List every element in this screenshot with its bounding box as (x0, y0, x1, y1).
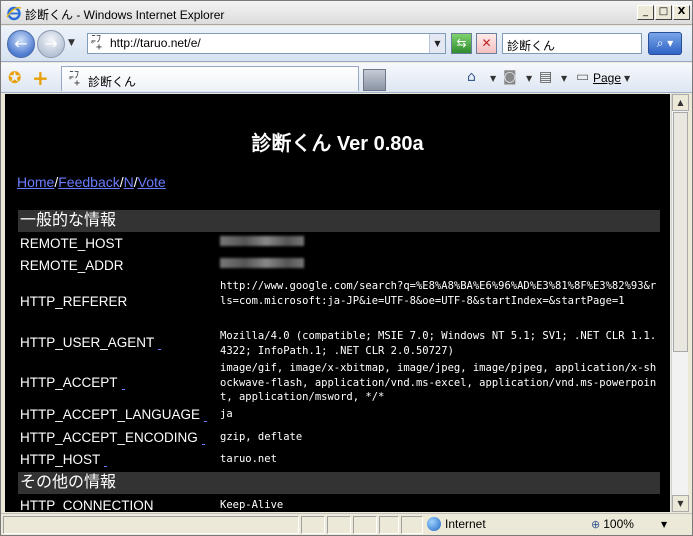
search-icon: ⌕ ▾ (656, 36, 674, 50)
stop-icon: ✕ (481, 36, 492, 50)
refresh-icon: ⇆ (456, 36, 467, 50)
plus-icon[interactable]: + (32, 66, 49, 90)
anchor-mark[interactable] (104, 466, 108, 467)
back-arrow-icon: ← (14, 34, 28, 53)
url-text[interactable]: http://taruo.net/e/ (110, 36, 201, 50)
info-key: REMOTE_ADDR (20, 258, 124, 273)
feeds-dropdown-icon[interactable]: ▼ (526, 74, 532, 83)
status-text-cell (3, 516, 299, 534)
search-button[interactable]: ⌕ ▾ (648, 32, 682, 55)
search-text[interactable]: 診断くん (507, 37, 555, 54)
history-dropdown-icon[interactable]: ▼ (68, 38, 75, 48)
info-key-text: HTTP_USER_AGENT (20, 335, 155, 350)
window-title: 診断くん - Windows Internet Explorer (25, 8, 225, 22)
info-value: gzip, deflate (220, 431, 303, 443)
refresh-button[interactable]: ⇆ (451, 33, 472, 54)
section-general-info: 一般的な情報 (18, 210, 660, 232)
info-key-text: HTTP_HOST (20, 452, 101, 467)
status-cell (327, 516, 351, 534)
forward-arrow-icon: → (44, 34, 58, 53)
info-value: Mozilla/4.0 (compatible; MSIE 7.0; Windo… (220, 330, 657, 357)
title-bar: 診断くん - Windows Internet Explorer _ □ X (1, 1, 692, 25)
printer-icon[interactable]: ▤ (539, 69, 552, 85)
section-other-info: その他の情報 (18, 472, 660, 494)
anchor-mark[interactable] (204, 421, 208, 422)
minimize-button[interactable]: _ (637, 5, 654, 20)
zone-label: Internet (445, 517, 486, 531)
info-key: HTTP_USER_AGENT (20, 335, 220, 350)
info-value: ja (220, 408, 233, 420)
info-value: image/gif, image/x-xbitmap, image/jpeg, … (220, 362, 657, 403)
page-menu-icon: ▭ (576, 69, 590, 85)
new-tab-button[interactable] (363, 69, 386, 91)
status-cell (301, 516, 325, 534)
scroll-down-icon[interactable]: ▼ (672, 495, 689, 512)
page-icon: ﾆﾌ ﾞ+ (69, 70, 81, 89)
security-zone[interactable]: Internet (425, 516, 581, 534)
home-dropdown-icon[interactable]: ▼ (490, 74, 496, 83)
search-input[interactable]: 診断くん (502, 33, 642, 54)
info-key-text: HTTP_ACCEPT_LANGUAGE (20, 407, 201, 422)
zoom-level: 100% (603, 517, 634, 531)
vertical-scrollbar[interactable]: ▲ ▼ (671, 94, 689, 512)
magnifier-icon: ⊕ (591, 518, 601, 531)
tab-label: 診断くん (88, 75, 137, 89)
vote-link[interactable]: Vote (138, 174, 166, 190)
ie-icon (6, 6, 22, 21)
home-link[interactable]: Home (17, 174, 54, 190)
url-dropdown-icon[interactable]: ▼ (429, 34, 445, 53)
anchor-mark[interactable] (121, 389, 125, 390)
info-key: HTTP_REFERER (20, 294, 128, 309)
zoom-dropdown-icon[interactable]: ▼ (661, 516, 667, 533)
globe-icon (427, 516, 441, 531)
nav-links: Home/Feedback/N/Vote (17, 174, 166, 190)
info-key: REMOTE_HOST (20, 236, 123, 251)
n-link[interactable]: N (124, 174, 134, 190)
info-value: taruo.net (220, 453, 277, 465)
status-cell (353, 516, 377, 534)
info-key: HTTP_ACCEPT_LANGUAGE (20, 407, 220, 422)
scroll-up-icon[interactable]: ▲ (672, 94, 689, 111)
browser-window: 診断くん - Windows Internet Explorer _ □ X ←… (0, 0, 693, 536)
status-cell (379, 516, 399, 534)
rss-icon[interactable]: ◙ (503, 69, 517, 85)
page-dropdown-icon[interactable]: ▼ (624, 74, 630, 83)
url-field[interactable]: ﾆﾌ ﾞ+ http://taruo.net/e/ ▼ (87, 33, 446, 54)
anchor-mark[interactable] (201, 444, 205, 445)
info-key: HTTP_CONNECTION (20, 498, 154, 512)
home-icon[interactable]: ⌂ (467, 69, 476, 85)
info-key: HTTP_HOST (20, 452, 220, 467)
print-dropdown-icon[interactable]: ▼ (561, 74, 567, 83)
scroll-thumb[interactable] (673, 112, 688, 352)
anchor-mark[interactable] (158, 349, 162, 350)
close-button[interactable]: X (673, 5, 690, 20)
info-key-text: HTTP_ACCEPT_ENCODING (20, 430, 198, 445)
star-icon[interactable]: ✪ (8, 68, 21, 87)
page-icon: ﾆﾌ ﾞ+ (91, 34, 103, 53)
back-button[interactable]: ← (7, 30, 35, 58)
info-key: HTTP_ACCEPT_ENCODING (20, 430, 220, 445)
zoom-control[interactable]: ⊕ 100% ▼ (589, 516, 679, 534)
status-bar: Internet ⊕ 100% ▼ (1, 513, 692, 535)
info-value-redacted (220, 258, 660, 273)
info-key-text: HTTP_ACCEPT (20, 375, 118, 390)
page-menu[interactable]: Page (593, 71, 621, 85)
info-value: Keep-Alive (220, 499, 284, 511)
feedback-link[interactable]: Feedback (58, 174, 119, 190)
stop-button[interactable]: ✕ (476, 33, 497, 54)
info-key: HTTP_ACCEPT (20, 375, 220, 390)
address-bar: ← → ▼ ﾆﾌ ﾞ+ http://taruo.net/e/ ▼ ⇆ ✕ 診断く… (1, 26, 692, 62)
maximize-button[interactable]: □ (655, 5, 672, 20)
info-value-redacted (220, 236, 660, 251)
page-title: 診断くん Ver 0.80a (251, 133, 424, 155)
forward-button[interactable]: → (37, 30, 65, 58)
status-cell (401, 516, 423, 534)
page-viewport: 診断くん Ver 0.80a Home/Feedback/N/Vote 一般的な… (5, 94, 670, 512)
command-bar: ✪ + ﾆﾌ ﾞ+ 診断くん ⌂ ▼ ◙ ▼ ▤ ▼ ▭ Page ▼ (1, 63, 692, 93)
tab-active[interactable]: ﾆﾌ ﾞ+ 診断くん (61, 66, 359, 91)
info-value: http://www.google.com/search?q=%E8%A8%BA… (220, 280, 657, 307)
